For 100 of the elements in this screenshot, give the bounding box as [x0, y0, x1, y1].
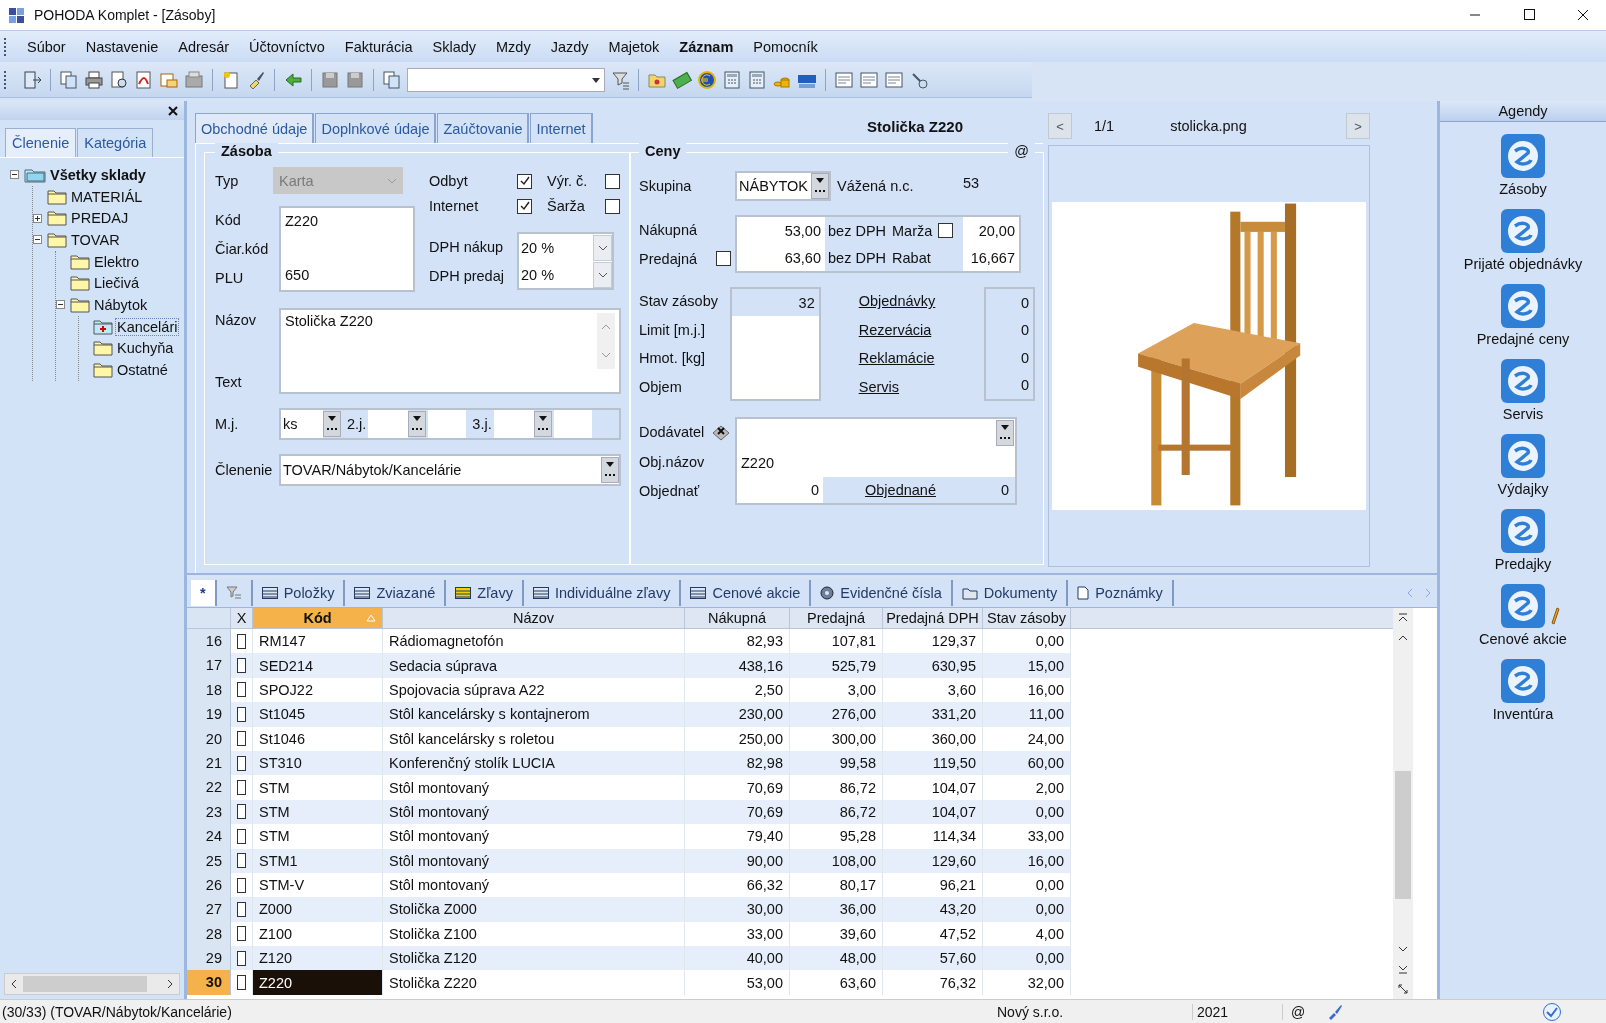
- tab[interactable]: Zviazané: [345, 580, 447, 606]
- calc-icon[interactable]: [722, 69, 742, 90]
- tab[interactable]: Zľavy: [446, 580, 524, 606]
- tab[interactable]: Poznámky: [1068, 580, 1174, 606]
- doc-icon[interactable]: [859, 69, 879, 90]
- clear-icon[interactable]: [711, 423, 731, 442]
- checkbox[interactable]: [237, 975, 246, 991]
- tab[interactable]: *: [191, 580, 217, 606]
- menu-item[interactable]: Súbor: [17, 38, 76, 55]
- row-number[interactable]: 29: [187, 946, 231, 971]
- calc-icon[interactable]: [747, 69, 767, 90]
- scrollbar[interactable]: [1393, 608, 1413, 999]
- agenda-item[interactable]: Servis: [1440, 347, 1606, 422]
- tree-item[interactable]: Elektro: [93, 253, 141, 270]
- vat-select[interactable]: 20 %: [521, 261, 612, 288]
- link[interactable]: Objednané: [865, 482, 936, 498]
- menu-item[interactable]: Adresár: [168, 38, 240, 55]
- save-icon[interactable]: [345, 69, 365, 90]
- menu-item[interactable]: Majetok: [598, 38, 670, 55]
- tab[interactable]: Členenie: [5, 128, 77, 157]
- row-number[interactable]: 23: [187, 799, 231, 825]
- doc-icon[interactable]: [884, 69, 904, 90]
- dropdown-button[interactable]: [996, 420, 1014, 446]
- link[interactable]: Servis: [858, 378, 984, 395]
- agenda-item[interactable]: Predajné ceny: [1440, 272, 1606, 347]
- checkbox[interactable]: [237, 804, 246, 820]
- scrollbar[interactable]: [4, 973, 180, 995]
- link[interactable]: Reklamácie: [858, 350, 984, 367]
- checkbox[interactable]: [237, 828, 246, 844]
- checkbox[interactable]: [237, 853, 246, 869]
- agenda-item[interactable]: Predajky: [1440, 497, 1606, 572]
- checkbox[interactable]: [605, 173, 620, 189]
- row-number[interactable]: 20: [187, 726, 231, 751]
- stock-fields[interactable]: 32: [729, 287, 821, 401]
- euro-icon[interactable]: [697, 69, 717, 90]
- tab[interactable]: Položky: [252, 580, 346, 606]
- checkbox[interactable]: [237, 633, 246, 649]
- doc-icon[interactable]: [834, 69, 854, 90]
- tab[interactable]: Internet: [530, 113, 593, 143]
- tab[interactable]: Zaúčtovanie: [437, 113, 530, 143]
- new-icon[interactable]: [221, 69, 241, 90]
- agenda-item[interactable]: Zásoby: [1440, 122, 1606, 197]
- collapse-icon[interactable]: [33, 235, 44, 245]
- row-number[interactable]: 21: [187, 750, 231, 776]
- checkbox[interactable]: [237, 877, 246, 893]
- tab[interactable]: Doplnkové údaje: [315, 113, 437, 143]
- previous-button[interactable]: <: [1048, 113, 1072, 139]
- tree-item[interactable]: Ostatné: [116, 362, 169, 379]
- link[interactable]: Rezervácia: [858, 321, 984, 338]
- next-button[interactable]: >: [1346, 113, 1370, 139]
- tree-item[interactable]: MATERIÁL: [70, 188, 144, 205]
- column-header[interactable]: Stav zásoby: [983, 608, 1071, 628]
- tree-item[interactable]: Liečivá: [93, 275, 141, 292]
- menu-item[interactable]: Záznam: [669, 38, 744, 55]
- menu-item[interactable]: Nastavenie: [75, 38, 169, 55]
- tree-item[interactable]: Kuchyňa: [116, 340, 175, 357]
- filter-icon[interactable]: [610, 69, 630, 90]
- tree-item[interactable]: Kancelári: [116, 318, 179, 335]
- checkbox[interactable]: [237, 926, 246, 942]
- dropdown-button[interactable]: [811, 173, 829, 199]
- dropdown-button[interactable]: [601, 457, 619, 483]
- menu-item[interactable]: Účtovníctvo: [239, 38, 335, 55]
- copy-icon[interactable]: [59, 69, 79, 90]
- tab[interactable]: Kategória: [77, 128, 154, 157]
- column-header[interactable]: Predajná: [790, 608, 883, 628]
- row-number[interactable]: 30: [187, 970, 231, 995]
- column-header[interactable]: Nákupná: [685, 608, 790, 628]
- checkbox[interactable]: [237, 706, 246, 722]
- checkbox[interactable]: [237, 950, 246, 966]
- row-number[interactable]: 28: [187, 921, 231, 947]
- column-header[interactable]: Predajná DPH: [883, 608, 983, 628]
- checkbox[interactable]: [237, 682, 246, 698]
- row-number[interactable]: 18: [187, 677, 231, 703]
- checkbox[interactable]: [517, 173, 532, 189]
- link[interactable]: Objednávky: [858, 293, 984, 310]
- checkbox[interactable]: [237, 658, 246, 674]
- tree-item[interactable]: Nábytok: [93, 296, 149, 313]
- name-field[interactable]: Stolička Z220: [279, 308, 621, 394]
- checkbox[interactable]: [517, 198, 532, 214]
- row-number[interactable]: 16: [187, 629, 231, 654]
- checkbox[interactable]: [237, 902, 246, 917]
- save-icon[interactable]: [320, 69, 340, 90]
- menu-item[interactable]: Jazdy: [540, 38, 599, 55]
- expand-icon[interactable]: [33, 213, 44, 223]
- row-number[interactable]: 22: [187, 775, 231, 800]
- close-icon[interactable]: [168, 105, 178, 116]
- agenda-item[interactable]: Cenové akcie: [1440, 572, 1606, 647]
- tab[interactable]: Cenové akcie: [681, 580, 812, 606]
- agenda-item[interactable]: Inventúra: [1440, 647, 1606, 722]
- row-number[interactable]: 27: [187, 897, 231, 922]
- agenda-item[interactable]: Prijaté objednávky: [1440, 197, 1606, 272]
- checkbox[interactable]: [716, 251, 731, 266]
- print-icon[interactable]: [84, 69, 104, 90]
- tree-item[interactable]: Všetky sklady: [49, 166, 147, 183]
- checkbox[interactable]: [938, 223, 954, 238]
- checkbox[interactable]: [605, 198, 620, 214]
- menu-item[interactable]: Pomocník: [743, 38, 828, 55]
- checkbox[interactable]: [237, 780, 246, 796]
- column-header[interactable]: Názov: [383, 608, 685, 628]
- row-number[interactable]: 26: [187, 872, 231, 898]
